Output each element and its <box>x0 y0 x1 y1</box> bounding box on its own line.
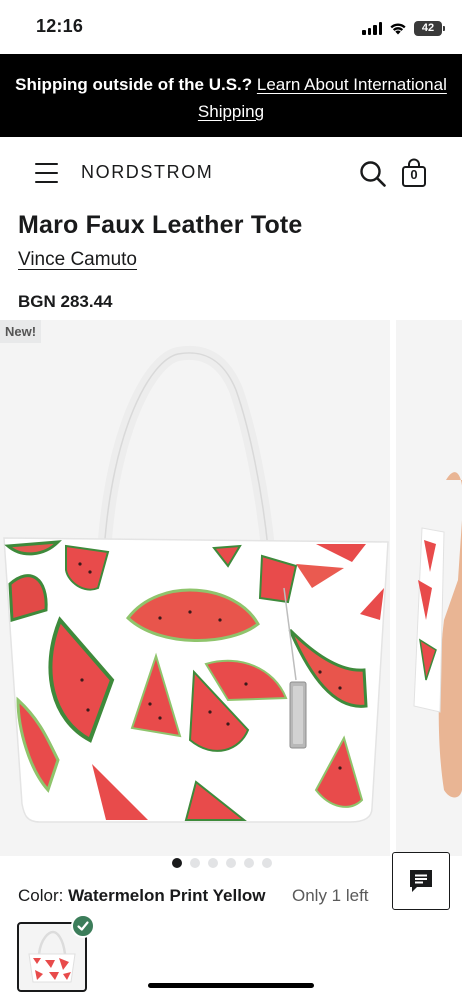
shipping-banner: Shipping outside of the U.S.? Learn Abou… <box>0 54 462 137</box>
cellular-signal-icon <box>362 21 382 35</box>
status-bar: 12:16 42 <box>0 0 462 54</box>
next-product-image[interactable] <box>396 320 462 856</box>
wifi-icon <box>390 23 406 35</box>
status-icons: 42 <box>362 19 445 37</box>
carousel-dot[interactable] <box>208 858 218 868</box>
color-value: Watermelon Print Yellow <box>68 886 266 905</box>
bag-count: 0 <box>410 167 418 182</box>
status-time: 12:16 <box>36 16 84 36</box>
shopping-bag-icon[interactable]: 0 <box>401 158 427 188</box>
banner-lead-text: Shipping outside of the U.S.? <box>15 75 253 94</box>
search-icon[interactable] <box>359 160 387 188</box>
product-price: BGN 283.44 <box>18 292 113 311</box>
carousel-dot[interactable] <box>172 858 182 868</box>
carousel-dot[interactable] <box>244 858 254 868</box>
product-title: Maro Faux Leather Tote <box>18 211 303 239</box>
nordstrom-logo[interactable]: NORDSTROM <box>81 162 213 183</box>
new-badge: New! <box>0 320 42 343</box>
selected-check-icon <box>71 914 95 938</box>
brand-link[interactable]: Vince Camuto <box>18 249 137 271</box>
carousel-dot[interactable] <box>190 858 200 868</box>
battery-icon: 42 <box>414 20 445 36</box>
color-label: Color: <box>18 886 64 905</box>
home-indicator <box>148 983 314 988</box>
chat-icon <box>410 870 432 892</box>
site-header: NORDSTROM 0 <box>0 137 462 209</box>
carousel-dot[interactable] <box>262 858 272 868</box>
chat-button[interactable] <box>392 852 450 910</box>
hamburger-menu-icon[interactable] <box>35 163 58 183</box>
color-selection: Color: Watermelon Print Yellow <box>18 886 266 906</box>
main-product-image[interactable]: New! <box>0 320 390 856</box>
product-image-gallery[interactable]: New! <box>0 320 462 856</box>
stock-status: Only 1 left <box>292 886 369 905</box>
carousel-dot[interactable] <box>226 858 236 868</box>
carousel-dots <box>172 858 272 868</box>
